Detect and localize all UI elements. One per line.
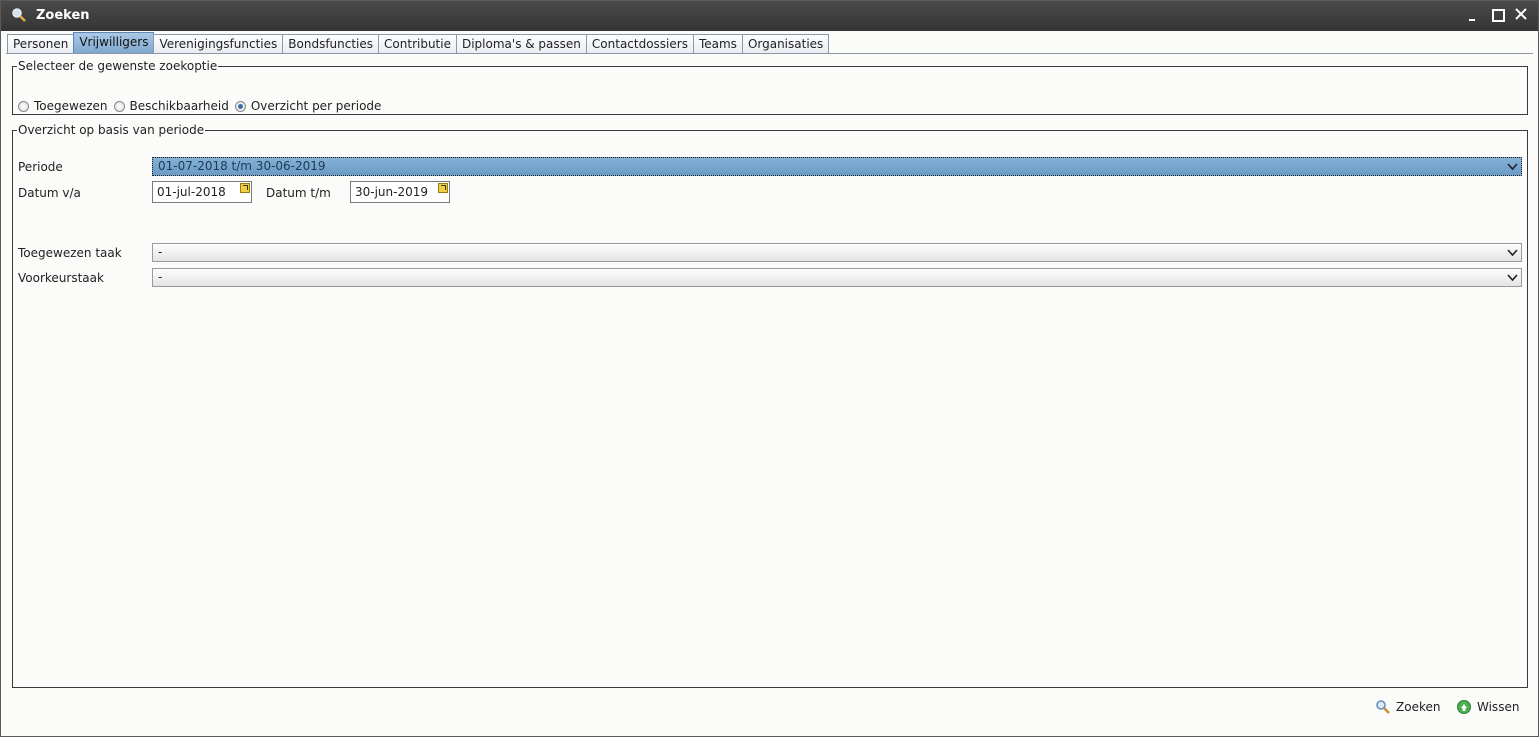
search-window: Zoeken Personen Vrijwilligers Vereniging… [0, 0, 1539, 737]
tab-organisaties[interactable]: Organisaties [741, 34, 830, 53]
search-option-radios: Toegewezen Beschikbaarheid Overzicht per… [18, 99, 387, 113]
magnifier-icon [1376, 700, 1390, 714]
tab-vrijwilligers[interactable]: Vrijwilligers [73, 32, 155, 53]
periode-select[interactable]: 01-07-2018 t/m 30-06-2019 [152, 157, 1522, 176]
window-title: Zoeken [36, 8, 90, 23]
tab-divider [6, 53, 1533, 54]
datum-tm-value: 30-jun-2019 [355, 185, 429, 199]
period-overview-group: Overzicht op basis van periode Periode 0… [12, 123, 1528, 688]
magnifier-icon [11, 7, 27, 23]
datum-va-field[interactable]: 01-jul-2018 [152, 181, 252, 203]
tab-bar: Personen Vrijwilligers Verenigingsfuncti… [7, 32, 830, 53]
chevron-down-icon[interactable] [1507, 247, 1518, 258]
voorkeurstaak-select[interactable]: - [152, 268, 1522, 287]
clear-icon [1457, 700, 1471, 714]
voorkeurstaak-value: - [158, 270, 163, 284]
voorkeurstaak-label: Voorkeurstaak [18, 271, 104, 285]
chevron-down-icon[interactable] [1507, 272, 1518, 283]
radio-toegewezen-circle[interactable] [18, 100, 29, 112]
radio-beschikbaarheid-circle[interactable] [113, 100, 125, 112]
search-button[interactable]: Zoeken [1375, 699, 1440, 715]
tab-contributie[interactable]: Contributie [378, 34, 457, 53]
toegewezen-taak-value: - [158, 245, 163, 259]
chevron-down-icon[interactable] [1507, 161, 1518, 172]
tab-teams[interactable]: Teams [692, 34, 743, 53]
close-icon[interactable] [1514, 7, 1530, 23]
radio-toegewezen[interactable]: Toegewezen [18, 99, 108, 113]
minimize-icon[interactable] [1466, 7, 1482, 23]
clear-button-label: Wissen [1477, 700, 1520, 714]
radio-overzicht-per-periode[interactable]: Overzicht per periode [234, 99, 382, 113]
datum-va-value: 01-jul-2018 [157, 185, 226, 199]
maximize-icon[interactable] [1490, 7, 1506, 23]
search-option-legend: Selecteer de gewenste zoekoptie [18, 59, 218, 73]
datum-tm-field[interactable]: 30-jun-2019 [350, 181, 450, 203]
search-option-group: Selecteer de gewenste zoekoptie Toegewez… [12, 59, 1528, 115]
tab-verenigingsfuncties[interactable]: Verenigingsfuncties [153, 34, 284, 53]
radio-overzicht-per-periode-label: Overzicht per periode [250, 99, 382, 113]
tab-personen[interactable]: Personen [7, 34, 75, 53]
periode-label: Periode [18, 160, 63, 174]
datum-tm-label: Datum t/m [266, 186, 331, 200]
datum-va-label: Datum v/a [18, 186, 81, 200]
tab-diplomas-passen[interactable]: Diploma's & passen [455, 34, 587, 53]
radio-beschikbaarheid[interactable]: Beschikbaarheid [113, 99, 229, 113]
periode-value: 01-07-2018 t/m 30-06-2019 [158, 159, 326, 173]
radio-beschikbaarheid-label: Beschikbaarheid [129, 99, 229, 113]
tab-bondsfuncties[interactable]: Bondsfuncties [282, 34, 380, 53]
search-button-label: Zoeken [1396, 700, 1441, 714]
tab-contactdossiers[interactable]: Contactdossiers [585, 34, 694, 53]
clear-button[interactable]: Wissen [1456, 699, 1519, 715]
window-controls [1466, 7, 1530, 23]
period-overview-legend: Overzicht op basis van periode [18, 123, 205, 137]
date-picker-icon[interactable] [240, 183, 250, 193]
toegewezen-taak-select[interactable]: - [152, 243, 1522, 262]
radio-overzicht-per-periode-circle[interactable] [234, 100, 246, 112]
radio-toegewezen-label: Toegewezen [34, 99, 108, 113]
date-picker-icon[interactable] [438, 183, 448, 193]
toegewezen-taak-label: Toegewezen taak [18, 246, 122, 260]
title-bar[interactable]: Zoeken [1, 1, 1538, 31]
